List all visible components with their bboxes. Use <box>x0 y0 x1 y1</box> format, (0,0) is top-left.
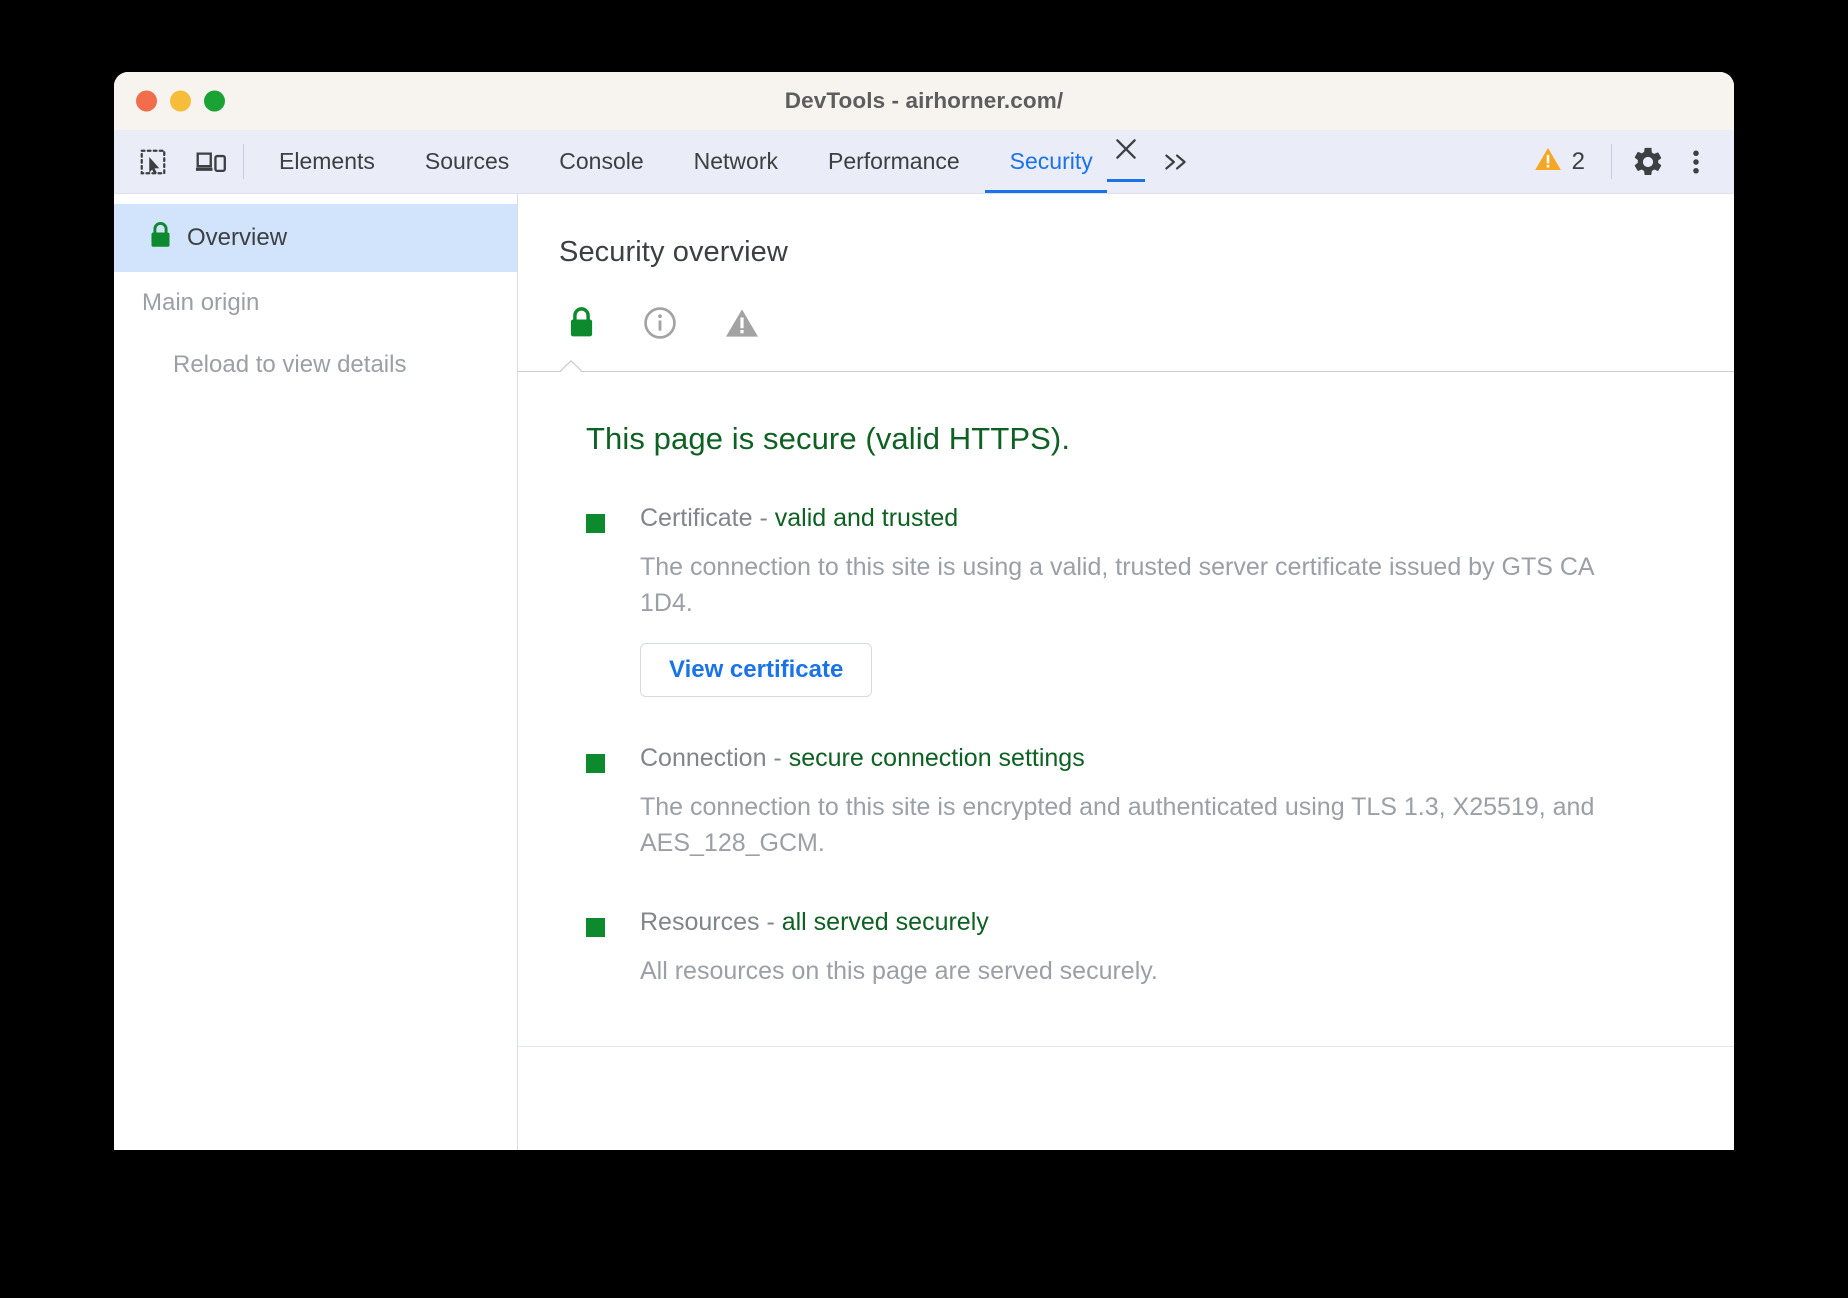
tab-sources[interactable]: Sources <box>400 130 534 193</box>
security-explanations: This page is secure (valid HTTPS). Certi… <box>518 372 1734 1047</box>
security-section-connection: Connection - secure connection settings … <box>560 743 1734 861</box>
sidebar-item-overview[interactable]: Overview <box>114 204 517 272</box>
page-title: Security overview <box>518 194 1734 269</box>
section-description: The connection to this site is using a v… <box>640 550 1650 621</box>
devtools-window: DevTools - airhorner.com/ <box>114 72 1734 1150</box>
section-label: Resources - <box>640 908 782 936</box>
toolbar-divider <box>243 144 244 179</box>
toolbar-divider-right <box>1611 144 1612 179</box>
section-value: valid and trusted <box>775 504 958 532</box>
section-label: Connection - <box>640 744 789 772</box>
status-bullet-icon <box>586 514 605 533</box>
devtools-body: Overview Main origin Reload to view deta… <box>114 194 1734 1150</box>
security-state-icons <box>518 269 1734 353</box>
tab-network[interactable]: Network <box>669 130 803 193</box>
content-bottom-divider <box>518 1046 1734 1047</box>
lock-icon[interactable] <box>567 306 596 344</box>
security-section-certificate: Certificate - valid and trusted The conn… <box>560 503 1734 697</box>
sidebar-item-label: Overview <box>187 224 287 252</box>
lock-icon <box>148 221 173 256</box>
section-description: All resources on this page are served se… <box>640 954 1158 990</box>
toolbar-right-icons: 2 <box>1522 130 1734 193</box>
security-sidebar: Overview Main origin Reload to view deta… <box>114 194 518 1150</box>
close-window-button[interactable] <box>136 91 157 112</box>
sidebar-item-main-origin[interactable]: Main origin <box>114 272 517 334</box>
section-title: Certificate - valid and trusted <box>640 503 1650 533</box>
warning-badge[interactable]: 2 <box>1522 146 1597 177</box>
inspect-element-icon[interactable] <box>131 140 175 184</box>
gear-icon[interactable] <box>1626 140 1670 184</box>
devtools-toolbar: Elements Sources Console Network Perform… <box>114 130 1734 194</box>
section-label: Certificate - <box>640 504 775 532</box>
section-value: all served securely <box>782 908 989 936</box>
tab-performance[interactable]: Performance <box>803 130 985 193</box>
toolbar-left-icons <box>114 130 233 193</box>
sidebar-item-label: Reload to view details <box>173 351 406 379</box>
traffic-lights <box>136 91 225 112</box>
tab-security[interactable]: Security <box>985 130 1107 193</box>
section-title: Resources - all served securely <box>640 907 1158 937</box>
status-bullet-icon <box>586 918 605 937</box>
warning-count: 2 <box>1572 148 1585 176</box>
summary-divider <box>518 371 1734 372</box>
info-circle-icon[interactable] <box>643 306 677 345</box>
kebab-menu-icon[interactable] <box>1674 140 1718 184</box>
chevron-double-right-icon[interactable] <box>1151 130 1201 193</box>
warning-triangle-icon[interactable] <box>724 307 760 344</box>
tab-elements[interactable]: Elements <box>254 130 400 193</box>
view-certificate-button[interactable]: View certificate <box>640 643 872 697</box>
sidebar-item-label: Main origin <box>142 289 259 317</box>
security-summary-heading: This page is secure (valid HTTPS). <box>560 372 1734 457</box>
security-section-resources: Resources - all served securely All reso… <box>560 907 1734 990</box>
status-bullet-icon <box>586 754 605 773</box>
section-value: secure connection settings <box>789 744 1085 772</box>
screen: DevTools - airhorner.com/ <box>0 0 1848 1298</box>
window-titlebar: DevTools - airhorner.com/ <box>114 72 1734 130</box>
security-main-panel: Security overview <box>518 194 1734 1150</box>
window-title: DevTools - airhorner.com/ <box>785 88 1063 114</box>
panel-tabs: Elements Sources Console Network Perform… <box>254 130 1522 193</box>
minimize-window-button[interactable] <box>170 91 191 112</box>
section-title: Connection - secure connection settings <box>640 743 1650 773</box>
device-toolbar-icon[interactable] <box>189 140 233 184</box>
warning-triangle-icon <box>1534 146 1562 177</box>
zoom-window-button[interactable] <box>204 91 225 112</box>
section-description: The connection to this site is encrypted… <box>640 790 1650 861</box>
sidebar-item-reload-to-view-details[interactable]: Reload to view details <box>114 334 517 396</box>
tab-console[interactable]: Console <box>534 130 668 193</box>
selected-state-pointer <box>560 360 582 372</box>
close-icon[interactable] <box>1107 130 1145 168</box>
